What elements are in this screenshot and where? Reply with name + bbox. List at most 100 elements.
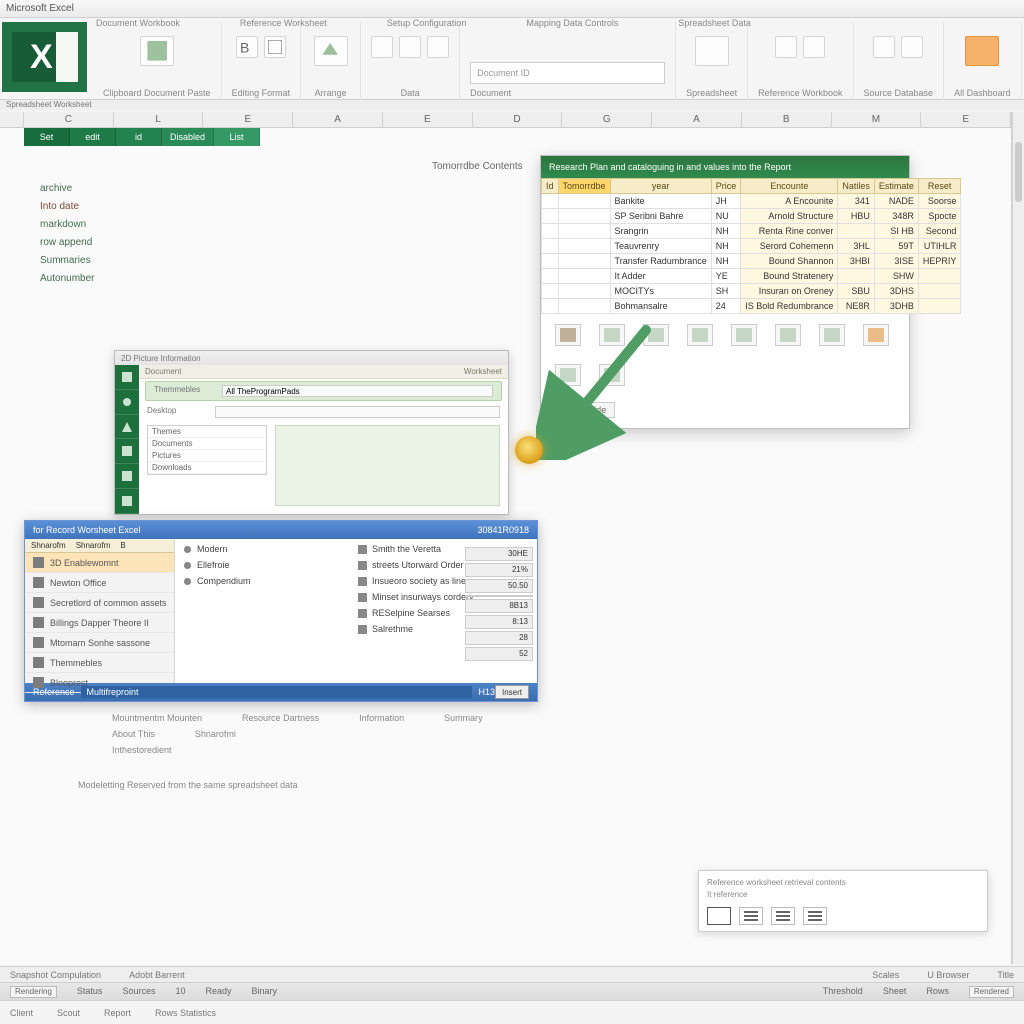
ribbon-tab[interactable]: Mapping Data Controls — [526, 18, 618, 30]
list-item[interactable]: row append — [40, 234, 190, 252]
tool-icon[interactable] — [731, 324, 757, 346]
table-cell[interactable] — [542, 239, 559, 254]
status-button[interactable]: Rendering — [10, 986, 57, 998]
table-cell[interactable]: SP Seribni Bahre — [610, 209, 711, 224]
table-cell[interactable] — [542, 209, 559, 224]
nav-item[interactable]: 3D Enablewomnt — [25, 553, 174, 573]
table-cell[interactable]: Insuran on Oreney — [741, 284, 838, 299]
sheet-icon[interactable] — [695, 36, 729, 66]
table-cell[interactable]: Bohmansalre — [610, 299, 711, 314]
table-header[interactable]: Natiles — [838, 179, 875, 194]
list-item[interactable]: Into date — [40, 198, 190, 216]
filter-icon[interactable] — [399, 36, 421, 58]
data-panel-chip[interactable]: 2PL Inside — [555, 402, 615, 418]
insert-button[interactable]: Insert — [495, 685, 529, 699]
vertical-scrollbar[interactable] — [1012, 112, 1024, 964]
table-cell[interactable] — [918, 299, 961, 314]
blue-dialog[interactable]: for Record Worsheet Excel 30841R0918 Shn… — [24, 520, 538, 702]
column-header[interactable]: C — [24, 112, 114, 127]
ribbon-search-input[interactable]: Document ID — [470, 62, 665, 84]
view-option[interactable] — [771, 907, 795, 925]
column-header[interactable]: L — [114, 112, 204, 127]
ribbon-tab[interactable]: Setup Configuration — [387, 18, 467, 30]
list-item[interactable]: Documents — [148, 438, 266, 450]
table-cell[interactable] — [838, 269, 875, 284]
sheet-tab[interactable]: List — [214, 128, 260, 146]
tab[interactable]: B — [120, 539, 125, 552]
table-cell[interactable]: NH — [711, 224, 741, 239]
table-cell[interactable]: MOCITYs — [610, 284, 711, 299]
table-row[interactable]: Transfer RadumbranceNHBound Shannon3HBI3… — [542, 254, 961, 269]
list-item[interactable]: Pictures — [148, 450, 266, 462]
side-icon[interactable] — [115, 439, 139, 464]
tool-icon[interactable] — [599, 364, 625, 386]
table-row[interactable]: SrangrinNHRenta Rine converSI HBSecond — [542, 224, 961, 239]
table-cell[interactable] — [542, 284, 559, 299]
table-row[interactable]: BankiteJHA Encounite341NADESoorse — [542, 194, 961, 209]
table-cell[interactable]: Renta Rine conver — [741, 224, 838, 239]
list-item[interactable]: Inthestoredient — [112, 742, 172, 758]
side-icon[interactable] — [115, 365, 139, 390]
side-icon[interactable] — [115, 489, 139, 514]
side-icon[interactable] — [115, 415, 139, 440]
tool-icon[interactable] — [555, 364, 581, 386]
table-header[interactable]: Encounte — [741, 179, 838, 194]
table-cell[interactable] — [558, 209, 610, 224]
table-cell[interactable] — [542, 299, 559, 314]
table-cell[interactable]: SI HB — [874, 224, 918, 239]
table-icon[interactable] — [427, 36, 449, 58]
table-cell[interactable]: NU — [711, 209, 741, 224]
table-cell[interactable]: 3DHS — [874, 284, 918, 299]
nav-item[interactable]: Newton Office — [25, 573, 174, 593]
select-all-corner[interactable] — [0, 112, 24, 127]
nav-item[interactable]: Secretlord of common assets — [25, 593, 174, 613]
table-cell[interactable] — [542, 224, 559, 239]
table-row[interactable]: SP Seribni BahreNUArnold StructureHBU348… — [542, 209, 961, 224]
tool-icon[interactable] — [599, 324, 625, 346]
table-cell[interactable]: NADE — [874, 194, 918, 209]
table-cell[interactable] — [558, 194, 610, 209]
sheet-tab[interactable]: Set — [24, 128, 70, 146]
table-cell[interactable]: IS Bold Redumbrance — [741, 299, 838, 314]
table-cell[interactable]: NH — [711, 239, 741, 254]
sort-icon[interactable] — [371, 36, 393, 58]
view-option[interactable] — [739, 907, 763, 925]
table-cell[interactable]: Bound Stratenery — [741, 269, 838, 284]
side-icon[interactable] — [115, 464, 139, 489]
list-item[interactable]: Autonumber — [40, 270, 190, 288]
list-item[interactable]: Mountmentm Mounten — [112, 710, 202, 726]
building-icon[interactable] — [901, 36, 923, 58]
table-cell[interactable] — [918, 269, 961, 284]
side-icon[interactable] — [115, 390, 139, 415]
table-cell[interactable]: 24 — [711, 299, 741, 314]
table-header[interactable]: Estimate — [874, 179, 918, 194]
table-cell[interactable]: YE — [711, 269, 741, 284]
table-cell[interactable]: SBU — [838, 284, 875, 299]
table-cell[interactable]: 3ISE — [874, 254, 918, 269]
sheet-tab[interactable]: Disabled — [162, 128, 214, 146]
tool-icon[interactable] — [775, 324, 801, 346]
table-cell[interactable]: Second — [918, 224, 961, 239]
column-header[interactable]: D — [473, 112, 563, 127]
sheet-tab[interactable]: id — [116, 128, 162, 146]
tool-icon[interactable] — [819, 324, 845, 346]
table-cell[interactable]: Bound Shannon — [741, 254, 838, 269]
sheet-tab[interactable]: edit — [70, 128, 116, 146]
column-header[interactable]: A — [293, 112, 383, 127]
list-item[interactable]: markdown — [40, 216, 190, 234]
table-cell[interactable]: Arnold Structure — [741, 209, 838, 224]
table-cell[interactable]: HEPRIY — [918, 254, 961, 269]
tool-icon[interactable] — [687, 324, 713, 346]
table-cell[interactable]: Soorse — [918, 194, 961, 209]
table-cell[interactable] — [838, 224, 875, 239]
table-cell[interactable]: Transfer Radumbrance — [610, 254, 711, 269]
table-cell[interactable]: It Adder — [610, 269, 711, 284]
table-cell[interactable]: Serord Cohemenn — [741, 239, 838, 254]
list-item[interactable]: About This — [112, 726, 155, 742]
table-cell[interactable]: 348R — [874, 209, 918, 224]
column-header[interactable]: G — [562, 112, 652, 127]
tool-icon[interactable] — [863, 324, 889, 346]
table-header[interactable]: Id — [542, 179, 559, 194]
list-item[interactable]: Modern — [181, 541, 356, 557]
table-cell[interactable]: A Encounite — [741, 194, 838, 209]
